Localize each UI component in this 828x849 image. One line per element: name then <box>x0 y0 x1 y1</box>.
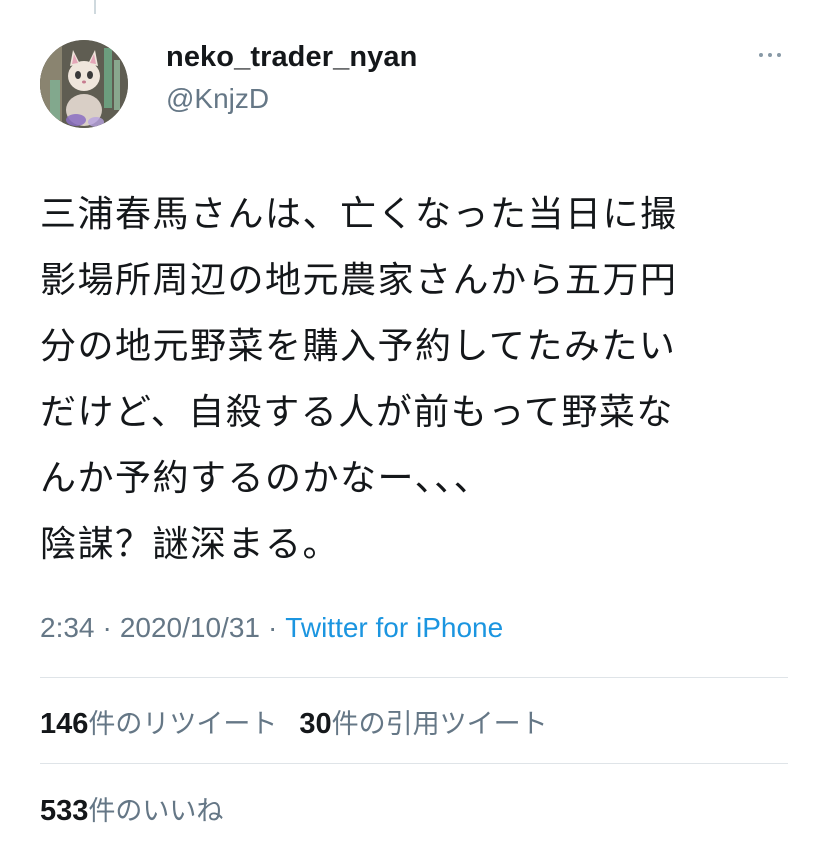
more-icon-dot <box>768 53 772 57</box>
likes-count: 533 <box>40 795 89 827</box>
tweet-text: 三浦春馬さんは、亡くなった当日に撮 影場所周辺の地元農家さんから五万円 分の地元… <box>40 194 678 565</box>
user-handle[interactable]: @KnjzD <box>166 83 269 115</box>
divider <box>40 763 788 764</box>
avatar[interactable] <box>40 40 128 128</box>
retweets-link[interactable]: 146件のリツイート <box>40 708 278 740</box>
cat-figurine-avatar-icon <box>40 40 128 128</box>
tweet-time[interactable]: 2:34 <box>40 612 95 643</box>
quotes-label: 件の引用ツイート <box>331 709 548 740</box>
likes-label: 件のいいね <box>88 796 224 827</box>
retweets-count: 146 <box>40 708 89 740</box>
more-options-button[interactable] <box>752 40 788 70</box>
likes-link[interactable]: 533件のいいね <box>40 795 224 827</box>
quotes-count: 30 <box>299 708 332 740</box>
more-icon-dot <box>777 53 781 57</box>
tweet-meta: 2:34 · 2020/10/31 · Twitter for iPhone <box>40 612 503 644</box>
quotes-link[interactable]: 30件の引用ツイート <box>299 708 548 740</box>
more-icon <box>759 53 763 57</box>
tweet-source-link[interactable]: Twitter for iPhone <box>285 612 503 643</box>
like-stats: 533件のいいね <box>40 789 223 828</box>
tweet-date[interactable]: 2020/10/31 <box>120 612 260 643</box>
meta-separator: · <box>267 612 278 643</box>
meta-separator: · <box>102 612 112 643</box>
retweets-label: 件のリツイート <box>88 709 278 740</box>
thread-connector-line <box>94 0 96 14</box>
display-name[interactable]: neko_trader_nyan <box>166 41 417 74</box>
divider <box>40 677 788 678</box>
retweet-stats: 146件のリツイート 30件の引用ツイート <box>40 702 548 741</box>
